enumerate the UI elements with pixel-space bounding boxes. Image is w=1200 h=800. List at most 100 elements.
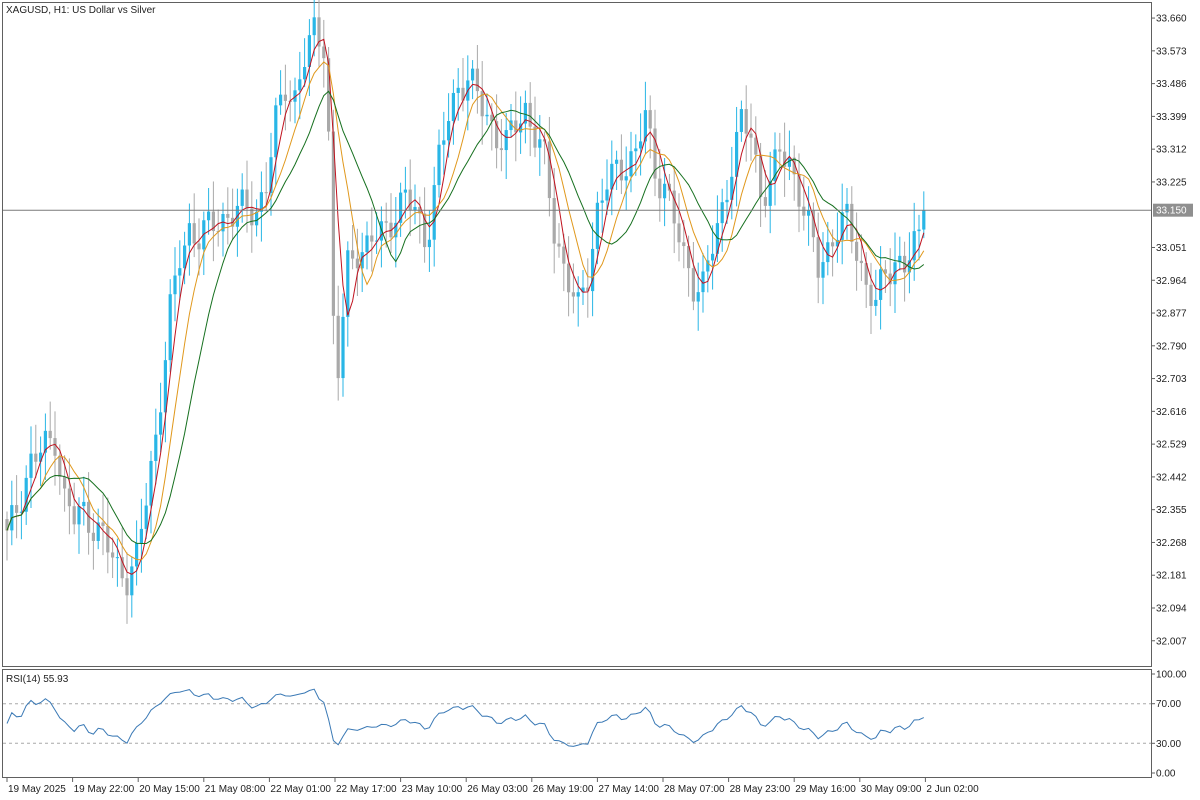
time-tick-label: 23 May 10:00: [402, 784, 463, 795]
rsi-tick-label: 0.00: [1156, 769, 1176, 780]
chart-title: XAGUSD, H1: US Dollar vs Silver: [6, 5, 156, 16]
candle-body: [591, 248, 595, 292]
candle-body: [53, 438, 57, 456]
candle-body: [336, 315, 340, 379]
candle-body: [63, 476, 67, 489]
candle-body: [807, 210, 811, 216]
candle-body: [240, 189, 244, 206]
candle-body: [403, 189, 407, 193]
candle-body: [187, 223, 191, 246]
candle-body: [264, 192, 268, 194]
price-badge-label: 33.150: [1156, 206, 1187, 217]
time-tick-label: 19 May 2025: [8, 784, 66, 795]
price-tick-label: 33.312: [1156, 145, 1187, 156]
candle-body: [303, 67, 307, 80]
candle-body: [720, 202, 724, 224]
candle-body: [557, 243, 561, 247]
price-tick-label: 33.486: [1156, 79, 1187, 90]
candle-body: [874, 299, 878, 306]
price-tick-label: 32.790: [1156, 341, 1187, 352]
time-tick-label: 2 Jun 02:00: [926, 784, 979, 795]
candle-body: [514, 120, 518, 133]
candle-body: [355, 258, 359, 269]
candle-body: [845, 203, 849, 213]
price-tick-label: 33.399: [1156, 112, 1187, 123]
candle-body: [250, 208, 254, 226]
candle-body: [58, 455, 62, 477]
candle-body: [101, 522, 105, 526]
candle-body: [485, 114, 489, 117]
candle-body: [154, 434, 158, 461]
rsi-tick-label: 70.00: [1156, 699, 1181, 710]
candle-body: [778, 149, 782, 152]
candle-body: [226, 214, 230, 218]
candle-body: [255, 211, 259, 226]
rsi-label: RSI(14) 55.93: [6, 674, 69, 685]
candle-body: [125, 578, 129, 596]
candle-body: [456, 87, 460, 93]
candle-body: [283, 94, 287, 101]
price-tick-label: 33.660: [1156, 14, 1187, 25]
time-tick-label: 26 May 19:00: [533, 784, 594, 795]
candle-body: [427, 239, 431, 248]
candle-body: [279, 94, 283, 106]
candle-body: [197, 243, 201, 250]
candle-body: [634, 148, 638, 152]
candle-body: [552, 198, 556, 244]
price-tick-label: 33.225: [1156, 177, 1187, 188]
candle-body: [504, 130, 508, 151]
candle-body: [802, 206, 806, 216]
candle-body: [821, 262, 825, 278]
price-tick-label: 33.051: [1156, 243, 1187, 254]
candle-body: [619, 159, 623, 181]
candle-body: [547, 141, 551, 199]
candle-body: [879, 269, 883, 300]
price-tick-label: 32.877: [1156, 309, 1187, 320]
candle-body: [711, 253, 715, 261]
candle-body: [111, 552, 115, 558]
price-tick-label: 32.268: [1156, 538, 1187, 549]
time-tick-label: 26 May 03:00: [467, 784, 528, 795]
time-tick-label: 22 May 17:00: [336, 784, 397, 795]
candle-body: [562, 246, 566, 264]
candle-body: [144, 505, 148, 529]
candle-body: [663, 183, 667, 199]
candle-body: [533, 126, 537, 148]
candle-body: [312, 17, 316, 36]
candle-body: [15, 505, 19, 513]
candle-body: [135, 543, 139, 567]
price-tick-label: 32.094: [1156, 603, 1187, 614]
candle-body: [341, 316, 345, 379]
candle-body: [437, 144, 441, 186]
price-axis: 33.660 33.573 33.486 33.399 33.312 33.225 33.0…: [1151, 14, 1187, 647]
candle-body: [677, 223, 681, 243]
candle-body: [538, 139, 542, 148]
candle-body: [67, 488, 71, 507]
time-tick-label: 22 May 01:00: [270, 784, 331, 795]
time-tick-label: 29 May 16:00: [795, 784, 856, 795]
candle-body: [322, 46, 326, 59]
time-tick-label: 30 May 09:00: [861, 784, 922, 795]
candle-body: [475, 68, 479, 92]
price-tick-label: 32.616: [1156, 407, 1187, 418]
price-tick-label: 32.442: [1156, 472, 1187, 483]
candle-body: [600, 200, 604, 203]
time-tick-label: 28 May 23:00: [730, 784, 791, 795]
candle-body: [149, 460, 153, 506]
time-tick-label: 28 May 07:00: [664, 784, 725, 795]
time-tick-label: 27 May 14:00: [598, 784, 659, 795]
candle-body: [351, 250, 355, 259]
candle-body: [615, 159, 619, 164]
time-tick-label: 19 May 22:00: [74, 784, 135, 795]
rsi-tick-label: 30.00: [1156, 739, 1181, 750]
price-tick-label: 32.703: [1156, 374, 1187, 385]
candle-body: [917, 229, 921, 232]
candle-body: [178, 268, 182, 276]
chart-root: 33.150 33.66033.57333.48633.39933.31233.…: [2, 0, 1193, 795]
candle-body: [744, 109, 748, 134]
candle-body: [639, 141, 643, 149]
rsi-axis: 100.00 70.00 30.00 0.00: [1151, 670, 1187, 780]
candle-body: [749, 133, 753, 138]
candle-body: [34, 453, 38, 462]
candle-body: [183, 245, 187, 269]
